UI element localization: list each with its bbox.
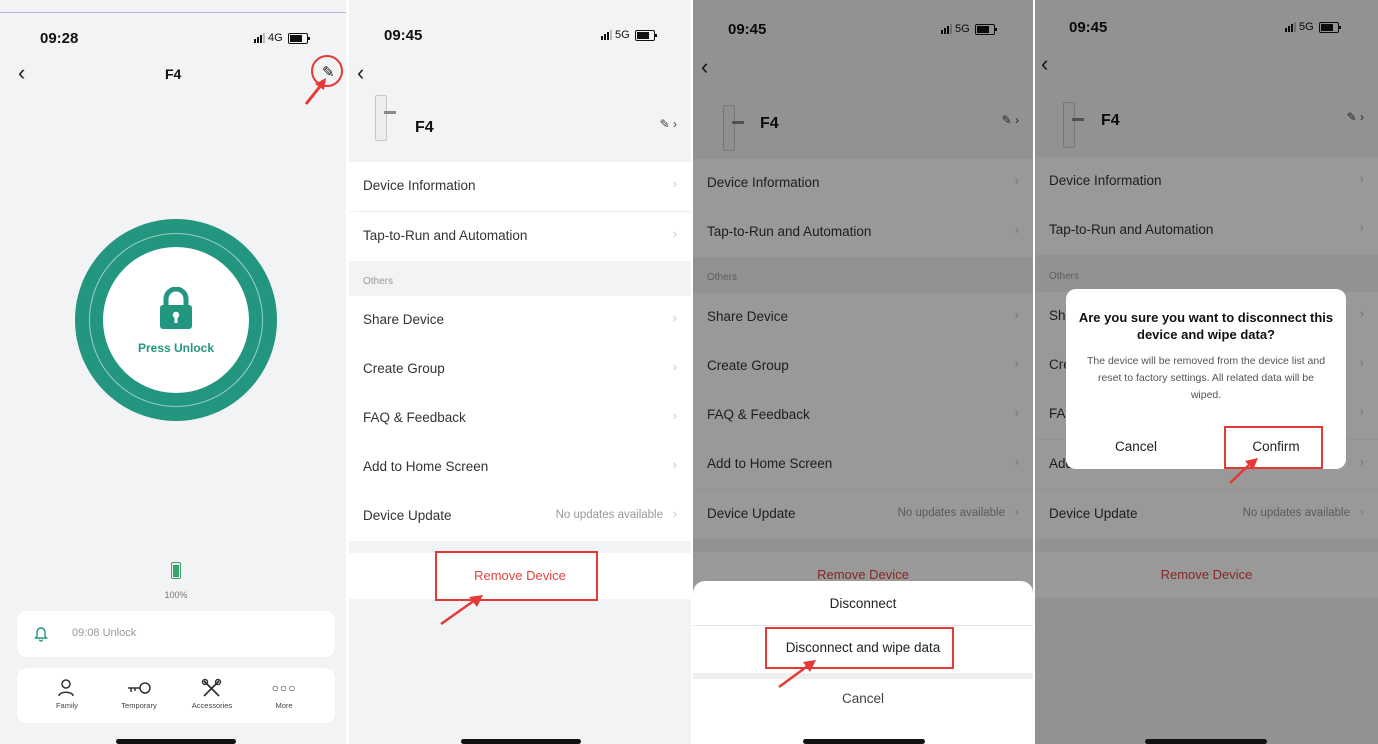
row-label: Device Information xyxy=(363,178,476,193)
dialog-title: Are you sure you want to disconnect this… xyxy=(1078,310,1334,342)
add-to-home-row[interactable]: Add to Home Screen › xyxy=(349,443,691,492)
home-indicator xyxy=(461,739,581,744)
home-indicator xyxy=(1145,739,1267,744)
status-time: 09:45 xyxy=(384,27,423,44)
faq-feedback-row[interactable]: FAQ & Feedback › xyxy=(349,394,691,443)
home-indicator xyxy=(116,739,236,744)
pointer-arrow xyxy=(304,78,326,105)
status-time: 09:28 xyxy=(40,30,79,47)
top-divider xyxy=(0,12,346,13)
battery-icon xyxy=(634,29,657,41)
status-indicators: 5G xyxy=(601,29,657,41)
key-icon xyxy=(104,678,174,698)
lock-device-thumbnail xyxy=(375,95,396,141)
row-label: Create Group xyxy=(363,361,445,376)
cancel-option[interactable]: Cancel xyxy=(693,691,1033,706)
tab-more[interactable]: ○○○ More xyxy=(249,678,319,710)
row-label: FAQ & Feedback xyxy=(363,410,466,425)
tab-accessories[interactable]: Accessories xyxy=(177,678,247,710)
device-settings-screen: 09:45 5G ‹ F4 ✎ › Device Information › T… xyxy=(349,0,691,744)
pointer-arrow xyxy=(440,595,483,626)
device-information-row[interactable]: Device Information › xyxy=(349,162,691,211)
row-label: Add to Home Screen xyxy=(363,459,489,474)
confirm-dialog-screen: 09:45 5G ‹ F4 ✎ › Device Information › T… xyxy=(1035,0,1378,744)
disconnect-sheet-screen: 09:45 5G ‹ F4 ✎ › Device Information › T… xyxy=(693,0,1033,744)
battery-percent: 100% xyxy=(164,590,188,600)
divider xyxy=(693,625,1033,626)
unlock-button-face: Press Unlock xyxy=(103,247,249,393)
back-chevron-icon[interactable]: ‹ xyxy=(357,62,364,84)
signal-icon xyxy=(254,33,265,43)
signal-icon xyxy=(601,30,612,40)
section-header: Others xyxy=(363,276,394,287)
network-type: 4G xyxy=(268,32,283,44)
back-chevron-icon[interactable]: ‹ xyxy=(18,62,25,84)
tab-label: Accessories xyxy=(191,701,233,710)
pointer-arrow xyxy=(1229,458,1258,484)
chevron-right-icon: › xyxy=(672,176,677,191)
tab-label: Family xyxy=(55,701,79,710)
lock-icon xyxy=(160,287,192,329)
dialog-message: The device will be removed from the devi… xyxy=(1086,355,1326,401)
battery-icon xyxy=(287,32,310,44)
share-device-row[interactable]: Share Device › xyxy=(349,296,691,345)
chevron-right-icon: › xyxy=(672,310,677,325)
more-icon: ○○○ xyxy=(271,681,297,695)
create-group-row[interactable]: Create Group › xyxy=(349,345,691,394)
tab-temporary[interactable]: Temporary xyxy=(104,678,174,710)
press-unlock-label: Press Unlock xyxy=(137,341,215,355)
chevron-right-icon: › xyxy=(672,506,677,521)
unlock-log-card[interactable]: 09:08 Unlock xyxy=(17,611,335,657)
chevron-right-icon: › xyxy=(672,408,677,423)
row-label: Share Device xyxy=(363,312,445,327)
row-label: Device Update xyxy=(363,508,452,523)
tab-label: More xyxy=(275,701,293,710)
bottom-tab-bar: Family Temporary Accessories ○○○ More xyxy=(17,668,335,723)
status-indicators: 4G xyxy=(254,32,310,44)
device-name: F4 xyxy=(415,119,434,136)
battery-level-icon xyxy=(171,562,181,579)
bell-icon xyxy=(34,627,48,642)
unlock-button[interactable]: Press Unlock xyxy=(75,219,277,421)
chevron-right-icon: › xyxy=(672,226,677,241)
device-update-row[interactable]: Device Update No updates available › xyxy=(349,492,691,541)
lock-control-screen: 09:28 4G ‹ F4 ✎ Press Unlock 100% 09:08 xyxy=(0,0,346,744)
disconnect-option[interactable]: Disconnect xyxy=(693,596,1033,611)
home-indicator xyxy=(803,739,925,744)
chevron-right-icon: › xyxy=(672,359,677,374)
tab-family[interactable]: Family xyxy=(32,678,102,710)
cancel-button[interactable]: Cancel xyxy=(1066,439,1206,454)
log-entry: 09:08 Unlock xyxy=(72,627,137,639)
edit-name-icon[interactable]: ✎ › xyxy=(660,117,677,131)
divider xyxy=(693,673,1033,679)
row-label: Tap-to-Run and Automation xyxy=(363,228,528,243)
pointer-arrow xyxy=(778,660,816,689)
update-status: No updates available xyxy=(555,509,663,521)
device-header-row[interactable]: F4 ✎ › xyxy=(349,95,691,161)
tools-icon xyxy=(177,678,247,698)
tap-to-run-row[interactable]: Tap-to-Run and Automation › xyxy=(349,212,691,261)
page-title: F4 xyxy=(165,66,182,82)
chevron-right-icon: › xyxy=(672,457,677,472)
family-icon xyxy=(32,678,102,698)
network-type: 5G xyxy=(615,29,630,41)
tab-label: Temporary xyxy=(121,701,157,710)
